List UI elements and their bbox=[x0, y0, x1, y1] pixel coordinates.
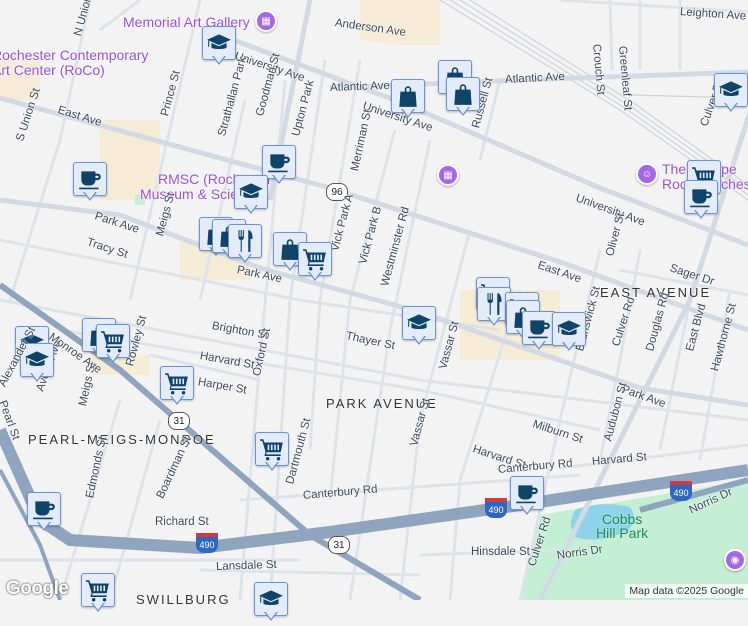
camera-icon[interactable]: ◉ bbox=[724, 549, 746, 571]
school-icon bbox=[238, 179, 264, 205]
school-icon bbox=[718, 77, 744, 103]
restaurant-icon bbox=[232, 228, 258, 254]
restaurant-marker[interactable] bbox=[228, 224, 262, 268]
school-marker[interactable] bbox=[714, 73, 748, 117]
coffee-icon bbox=[77, 166, 103, 192]
school-marker[interactable] bbox=[234, 175, 268, 219]
shopping-cart-icon bbox=[302, 246, 328, 272]
google-logo: Google bbox=[6, 578, 69, 599]
school-icon bbox=[556, 316, 582, 342]
school-icon bbox=[206, 30, 232, 56]
coffee-marker[interactable] bbox=[73, 162, 107, 206]
shopping-bag-icon bbox=[395, 83, 421, 109]
restaurant-icon bbox=[481, 291, 507, 317]
coffee-icon bbox=[266, 149, 292, 175]
neighborhood-east-avenue: EAST AVENUE bbox=[600, 285, 712, 300]
shopping-bag-icon bbox=[450, 81, 476, 107]
shopping-marker[interactable] bbox=[391, 79, 425, 123]
grocery-marker[interactable] bbox=[255, 432, 289, 476]
map-attribution[interactable]: Map data ©2025 Google bbox=[625, 584, 748, 598]
street-label: Atlantic Ave bbox=[329, 79, 391, 94]
grocery-marker[interactable] bbox=[160, 366, 194, 410]
shopping-cart-icon bbox=[100, 328, 126, 354]
school-marker[interactable] bbox=[202, 26, 236, 70]
coffee-icon bbox=[526, 315, 552, 341]
coffee-marker[interactable] bbox=[684, 180, 718, 224]
coffee-marker[interactable] bbox=[510, 476, 544, 520]
school-icon bbox=[258, 586, 284, 612]
i490-shield: 490 bbox=[485, 498, 507, 518]
poi-cobbs-hill-park[interactable]: Cobbs Hill Park bbox=[596, 512, 648, 540]
amusement-icon[interactable]: ☺ bbox=[636, 163, 658, 185]
school-marker[interactable] bbox=[402, 306, 436, 350]
museum-icon[interactable]: ▦ bbox=[437, 164, 459, 186]
coffee-marker[interactable] bbox=[522, 311, 556, 355]
museum-icon[interactable]: ▦ bbox=[255, 10, 277, 32]
shopping-cart-icon bbox=[164, 370, 190, 396]
street-label: Hinsdale St bbox=[471, 546, 530, 558]
route-31-shield: 31 bbox=[168, 412, 190, 430]
grocery-marker[interactable] bbox=[298, 242, 332, 286]
school-icon bbox=[406, 310, 432, 336]
route-31-shield: 31 bbox=[328, 536, 350, 554]
coffee-icon bbox=[688, 184, 714, 210]
school-marker[interactable] bbox=[254, 582, 288, 626]
grocery-marker[interactable] bbox=[96, 324, 130, 368]
grocery-marker[interactable] bbox=[81, 573, 115, 617]
street-label: Lansdale St bbox=[215, 558, 277, 573]
school-marker[interactable] bbox=[552, 312, 586, 356]
shopping-cart-icon bbox=[85, 577, 111, 603]
coffee-marker[interactable] bbox=[27, 492, 61, 536]
shopping-cart-icon bbox=[259, 436, 285, 462]
street-label: Richard St bbox=[155, 516, 209, 528]
poi-roco-line2[interactable]: Art Center (RoCo) bbox=[0, 63, 105, 78]
i490-shield: 490 bbox=[196, 533, 218, 553]
park-name-line2: Hill Park bbox=[596, 525, 649, 541]
poi-roco-line1[interactable]: Rochester Contemporary bbox=[0, 48, 148, 63]
school-icon bbox=[24, 347, 50, 373]
coffee-icon bbox=[31, 496, 57, 522]
coffee-icon bbox=[514, 480, 540, 506]
i490-shield: 490 bbox=[670, 481, 692, 501]
shopping-marker[interactable] bbox=[446, 77, 480, 121]
